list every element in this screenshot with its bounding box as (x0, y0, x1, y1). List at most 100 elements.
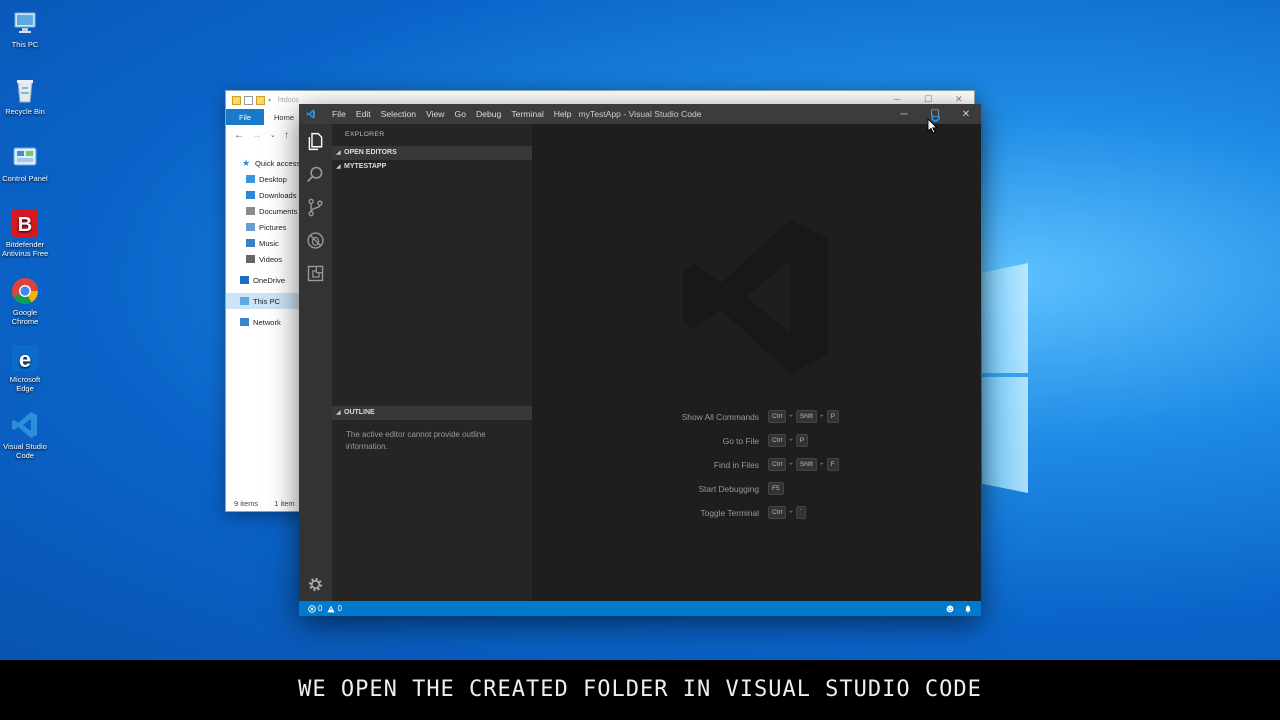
plus-separator: + (819, 461, 824, 468)
nav-item-label: Documents (259, 206, 298, 216)
nav-item-label: This PC (253, 296, 281, 306)
back-arrow-icon[interactable]: ← (234, 130, 244, 141)
control-panel-icon (10, 142, 40, 172)
up-arrow-icon[interactable]: ↑ (284, 130, 289, 141)
notifications-bell-icon[interactable] (964, 605, 972, 613)
desktop-icon-edge[interactable]: e Microsoft Edge (0, 343, 50, 393)
menu-help[interactable]: Help (549, 109, 577, 119)
vscode-titlebar: myTestApp - Visual Studio Code File Edit S… (299, 104, 981, 124)
search-icon[interactable] (305, 164, 326, 185)
plus-separator: + (789, 461, 793, 468)
nav-item-videos[interactable]: Videos (226, 251, 300, 267)
explorer-sidebar: EXPLORER ◢ OPEN EDITORS ◢ MYTESTAPP ◢ OUTLI… (332, 124, 532, 601)
nav-item-label: Pictures (259, 222, 287, 232)
activity-bar (299, 124, 332, 601)
nav-item-pictures[interactable]: Pictures (226, 219, 300, 235)
open-editors-section[interactable]: ◢ OPEN EDITORS (332, 146, 532, 160)
shortcut-label: Show All Commands (681, 412, 759, 422)
menu-go[interactable]: Go (450, 109, 471, 119)
menu-debug[interactable]: Debug (471, 109, 506, 119)
warning-icon (327, 605, 336, 612)
shortcut-label: Toggle Terminal (700, 508, 760, 518)
menu-file[interactable]: File (327, 109, 351, 119)
shortcut-toggle-terminal[interactable]: Toggle Terminal Ctrl + ` (532, 506, 981, 520)
svg-text:e: e (19, 347, 31, 372)
minimize-button[interactable]: ─ (889, 104, 919, 124)
keycap: Shift (795, 458, 817, 471)
keycap: Ctrl (768, 506, 787, 519)
plus-separator: + (819, 413, 824, 420)
this-pc-icon (10, 8, 40, 38)
nav-item-label: Videos (259, 254, 283, 264)
folder-icon (232, 95, 241, 105)
editor-area[interactable]: Show All Commands Ctrl + Shift + P Go to File C… (532, 124, 981, 601)
new-folder-icon[interactable] (256, 95, 265, 105)
status-bar: 0 0 (299, 601, 981, 616)
vscode-watermark-icon (682, 219, 829, 374)
nav-item-onedrive[interactable]: OneDrive (226, 272, 300, 288)
nav-item-desktop[interactable]: Desktop (226, 171, 300, 187)
nav-item-label: OneDrive (253, 275, 286, 285)
vscode-window[interactable]: myTestApp - Visual Studio Code File Edit S… (299, 104, 981, 616)
shortcut-start-debugging[interactable]: Start Debugging F5 (532, 482, 981, 496)
customize-toolbar-icon[interactable]: ▾ (268, 97, 271, 104)
recycle-bin-icon (10, 75, 40, 105)
menu-edit[interactable]: Edit (351, 109, 376, 119)
keycap: F5 (768, 482, 784, 495)
shortcut-keys: Ctrl + P (768, 434, 809, 447)
menu-selection[interactable]: Selection (376, 109, 421, 119)
desktop-icon-chrome[interactable]: Google Chrome (0, 276, 50, 326)
source-control-icon[interactable] (305, 197, 326, 218)
folder-section[interactable]: ◢ MYTESTAPP (332, 160, 532, 174)
nav-item-quick-access[interactable]: ★ Quick access (226, 155, 300, 171)
nav-item-this-pc[interactable]: This PC (226, 293, 300, 309)
sidebar-title: EXPLORER (345, 131, 385, 138)
desktop-folder-icon (246, 175, 255, 183)
desktop-icon-bitdefender[interactable]: B Bitdefender Antivirus Free (0, 208, 50, 258)
this-pc-icon (240, 297, 249, 305)
outline-section[interactable]: ◢ OUTLINE (332, 406, 532, 420)
shortcut-find-in-files[interactable]: Find in Files Ctrl + Shift + F (532, 458, 981, 472)
tab-home[interactable]: Home (264, 113, 304, 122)
files-icon[interactable] (305, 131, 326, 152)
menu-view[interactable]: View (421, 109, 449, 119)
shortcut-keys: Ctrl + Shift + P (768, 410, 840, 423)
forward-arrow-icon[interactable]: → (252, 130, 262, 141)
gear-icon[interactable] (305, 574, 326, 595)
desktop-icon-control-panel[interactable]: Control Panel (0, 142, 50, 183)
chrome-icon (10, 276, 40, 306)
nav-item-documents[interactable]: Documents (226, 203, 300, 219)
nav-item-downloads[interactable]: Downloads (226, 187, 300, 203)
desktop-icon-vscode[interactable]: Visual Studio Code (0, 410, 50, 460)
close-button[interactable]: ✕ (951, 104, 981, 124)
documents-icon (246, 207, 255, 215)
shortcut-show-all-commands[interactable]: Show All Commands Ctrl + Shift + P (532, 410, 981, 424)
warning-count: 0 (337, 604, 342, 613)
explorer-statusbar: 9 items 1 item (234, 499, 295, 508)
recent-locations-icon[interactable]: ⌄ (270, 131, 276, 139)
desktop: This PC Recycle Bin Control Panel B Bitd… (0, 0, 1280, 660)
collapse-icon: ◢ (336, 164, 341, 170)
nav-item-music[interactable]: Music (226, 235, 300, 251)
debug-icon[interactable] (305, 230, 326, 251)
keycap: Ctrl (768, 434, 787, 447)
minimize-button[interactable]: ─ (894, 94, 900, 104)
feedback-smiley-icon[interactable] (946, 605, 954, 613)
explorer-nav-pane: ★ Quick access Desktop Downloads Documents Pi… (226, 155, 300, 330)
desktop-icon-this-pc[interactable]: This PC (0, 8, 50, 49)
desktop-icon-recycle-bin[interactable]: Recycle Bin (0, 75, 50, 116)
properties-icon[interactable] (244, 95, 253, 105)
nav-item-network[interactable]: Network (226, 314, 300, 330)
tab-file[interactable]: File (226, 109, 264, 125)
menu-terminal[interactable]: Terminal (506, 109, 548, 119)
extensions-icon[interactable] (305, 263, 326, 284)
vscode-icon (10, 410, 40, 440)
selected-count: 1 item (274, 499, 295, 508)
problems-indicator[interactable]: 0 0 (308, 601, 342, 616)
bitdefender-icon: B (10, 208, 40, 238)
error-count: 0 (318, 604, 323, 613)
shortcut-keys: F5 (768, 482, 784, 495)
menu-bar: File Edit Selection View Go Debug Terminal Help (327, 104, 576, 124)
collapse-icon: ◢ (336, 410, 341, 416)
shortcut-go-to-file[interactable]: Go to File Ctrl + P (532, 434, 981, 448)
